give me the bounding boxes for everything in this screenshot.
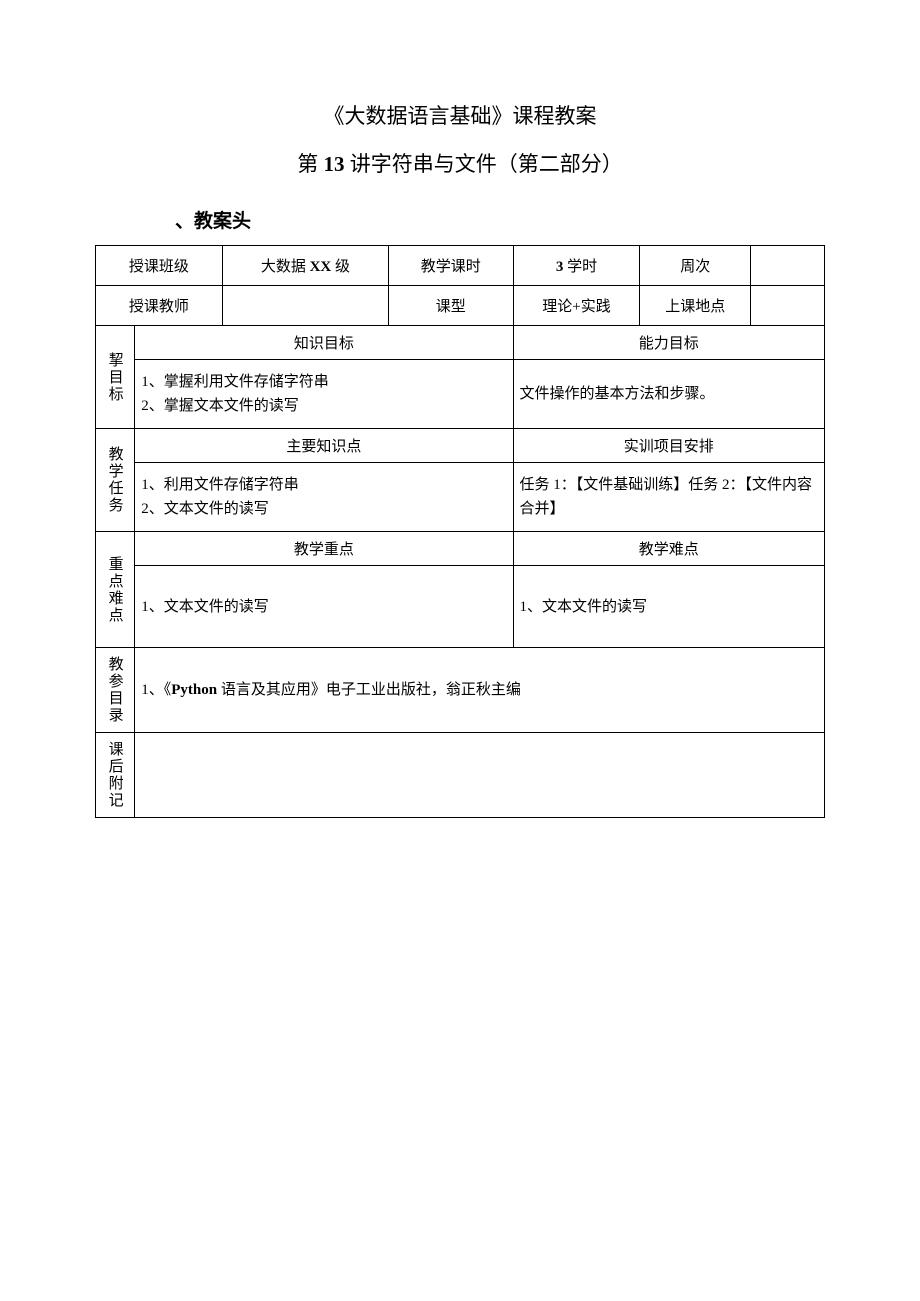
content-main-knowledge: 1、利用文件存储字符串 2、文本文件的读写 [135, 463, 513, 532]
label-class: 授课班级 [96, 246, 223, 286]
content-references: 1、《Python 语言及其应用》电子工业出版社，翁正秋主编 [135, 648, 825, 733]
content-knowledge-objective: 1、掌握利用文件存储字符串 2、掌握文本文件的读写 [135, 360, 513, 429]
content-difficulty: 1、文本文件的读写 [513, 566, 824, 648]
label-location: 上课地点 [640, 286, 751, 326]
value-location [751, 286, 825, 326]
references-bold: Python [171, 682, 217, 698]
label-type: 课型 [388, 286, 513, 326]
label-references: 教参目录 [96, 648, 135, 733]
value-week [751, 246, 825, 286]
references-suffix: 语言及其应用》电子工业出版社，翁正秋主编 [217, 682, 521, 698]
label-objectives: 挈目标 [96, 326, 135, 429]
content-ability-objective: 文件操作的基本方法和步骤。 [513, 360, 824, 429]
header-main-knowledge: 主要知识点 [135, 429, 513, 463]
value-class-bold: XX [310, 259, 332, 275]
document-title: 《大数据语言基础》课程教案 [95, 100, 825, 130]
content-training: 任务 1：【文件基础训练】任务 2：【文件内容合并】 [513, 463, 824, 532]
header-knowledge-objective: 知识目标 [135, 326, 513, 360]
header-training: 实训项目安排 [513, 429, 824, 463]
label-keypoints: 重点难点 [96, 532, 135, 648]
value-class-prefix: 大数据 [261, 259, 310, 275]
label-teacher: 授课教师 [96, 286, 223, 326]
value-hours-suffix: 学时 [563, 259, 597, 275]
value-type: 理论+实践 [513, 286, 640, 326]
label-notes: 课后附记 [96, 733, 135, 818]
label-hours: 教学课时 [388, 246, 513, 286]
label-week: 周次 [640, 246, 751, 286]
header-ability-objective: 能力目标 [513, 326, 824, 360]
references-prefix: 1、《 [141, 682, 171, 698]
value-hours: 3 学时 [513, 246, 640, 286]
content-notes [135, 733, 825, 818]
subtitle-suffix: 讲字符串与文件（第二部分） [345, 152, 623, 176]
value-teacher [222, 286, 388, 326]
lesson-plan-table: 授课班级 大数据 XX 级 教学课时 3 学时 周次 授课教师 课型 理论+实践… [95, 245, 825, 818]
section-header: 、教案头 [175, 206, 825, 233]
subtitle-prefix: 第 [297, 152, 323, 176]
header-difficulty: 教学难点 [513, 532, 824, 566]
value-class-suffix: 级 [331, 259, 350, 275]
subtitle-number: 13 [324, 152, 345, 176]
value-class: 大数据 XX 级 [222, 246, 388, 286]
header-focus: 教学重点 [135, 532, 513, 566]
label-tasks: 教学任务 [96, 429, 135, 532]
document-subtitle: 第 13 讲字符串与文件（第二部分） [95, 148, 825, 178]
content-focus: 1、文本文件的读写 [135, 566, 513, 648]
